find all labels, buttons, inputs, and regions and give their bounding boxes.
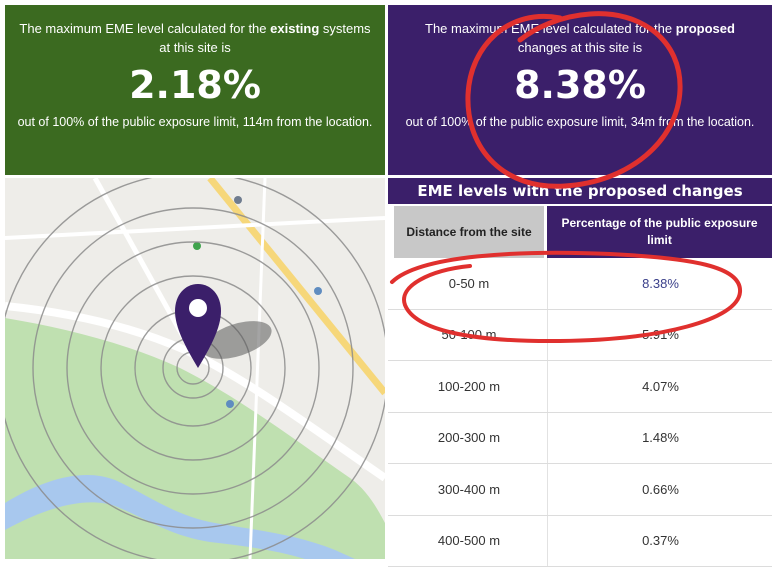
percent-cell: 0.37%	[547, 516, 772, 567]
existing-outro: out of 100% of the public exposure limit…	[5, 107, 385, 132]
table-row: 0-50 m 8.38%	[388, 258, 772, 310]
distance-cell: 100-200 m	[394, 361, 544, 412]
road-arterial	[210, 178, 385, 393]
poi-marker-1	[193, 242, 201, 250]
proposed-eme-panel: The maximum EME level calculated for the…	[388, 5, 772, 175]
percent-cell: 4.07%	[547, 361, 772, 412]
table-row: 50-100 m 5.91%	[388, 310, 772, 362]
proposed-intro-text: The maximum EME level calculated for the	[425, 21, 676, 36]
proposed-intro-bold: proposed	[676, 21, 735, 36]
existing-intro: The maximum EME level calculated for the…	[5, 5, 385, 57]
column-header-percentage: Percentage of the public exposure limit	[547, 206, 772, 258]
proposed-outro: out of 100% of the public exposure limit…	[388, 107, 772, 132]
percent-cell: 1.48%	[547, 413, 772, 464]
distance-cell: 50-100 m	[394, 310, 544, 361]
distance-cell: 0-50 m	[394, 258, 544, 309]
map-graphic	[5, 178, 385, 559]
table-title: EME levels with the proposed changes	[388, 178, 772, 204]
poi-marker-2	[234, 196, 242, 204]
table-row: 200-300 m 1.48%	[388, 413, 772, 465]
percent-cell: 8.38%	[547, 258, 772, 309]
proposed-eme-value: 8.38%	[388, 63, 772, 107]
eme-table-body: 0-50 m 8.38% 50-100 m 5.91% 100-200 m 4.…	[388, 258, 772, 567]
poi-marker-3	[314, 287, 322, 295]
table-row: 400-500 m 0.37%	[388, 516, 772, 567]
existing-eme-value: 2.18%	[5, 63, 385, 107]
proposed-intro-tail: changes at this site is	[518, 40, 642, 55]
column-header-distance: Distance from the site	[394, 206, 544, 258]
percent-cell: 0.66%	[547, 464, 772, 515]
table-row: 300-400 m 0.66%	[388, 464, 772, 516]
distance-cell: 200-300 m	[394, 413, 544, 464]
existing-intro-text: The maximum EME level calculated for the	[19, 21, 270, 36]
existing-eme-panel: The maximum EME level calculated for the…	[5, 5, 385, 175]
poi-marker-4	[226, 400, 234, 408]
distance-cell: 400-500 m	[394, 516, 544, 567]
existing-intro-bold: existing	[270, 21, 319, 36]
distance-cell: 300-400 m	[394, 464, 544, 515]
percent-cell: 5.91%	[547, 310, 772, 361]
site-map[interactable]	[5, 178, 385, 559]
table-row: 100-200 m 4.07%	[388, 361, 772, 413]
table-header: Distance from the site Percentage of the…	[388, 206, 772, 258]
proposed-intro: The maximum EME level calculated for the…	[388, 5, 772, 57]
